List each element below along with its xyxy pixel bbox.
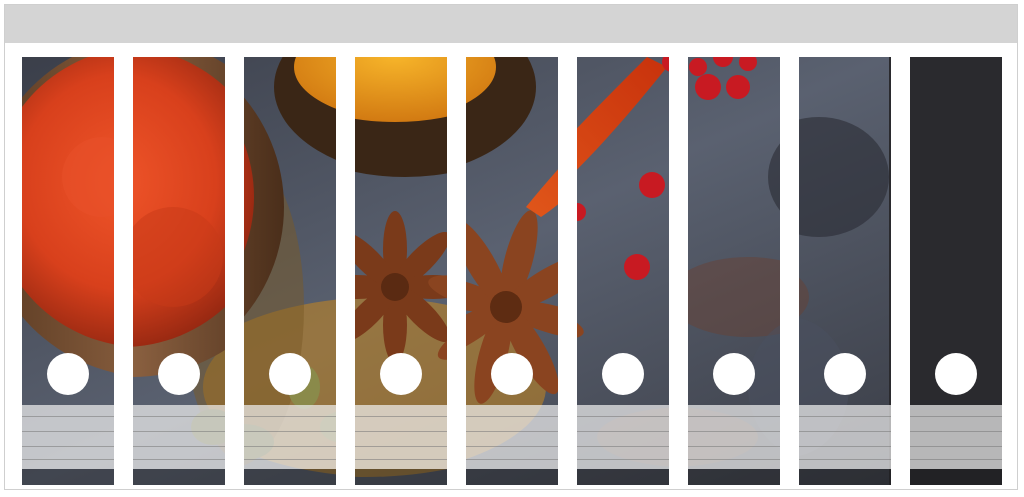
label-rule-line — [688, 459, 780, 460]
label-rule-line — [244, 459, 336, 460]
finger-hole — [824, 353, 866, 395]
strip-bottom-shade — [466, 469, 558, 485]
label-write-area[interactable] — [688, 405, 780, 469]
label-write-area[interactable] — [466, 405, 558, 469]
label-rule-line — [910, 431, 1002, 432]
spine-strip-2 — [133, 57, 225, 485]
label-rule-line — [22, 446, 114, 447]
label-rule-line — [910, 416, 1002, 417]
label-rule-line — [577, 431, 669, 432]
spine-strip-4 — [355, 57, 447, 485]
strip-bottom-shade — [355, 469, 447, 485]
finger-hole — [935, 353, 977, 395]
label-rule-line — [244, 446, 336, 447]
label-write-area[interactable] — [355, 405, 447, 469]
label-rule-line — [466, 431, 558, 432]
label-write-area[interactable] — [133, 405, 225, 469]
spine-strip-6 — [577, 57, 669, 485]
spine-strip-9 — [910, 57, 1002, 485]
label-rule-line — [577, 416, 669, 417]
strip-bottom-shade — [688, 469, 780, 485]
label-rule-line — [22, 431, 114, 432]
strip-bottom-shade — [577, 469, 669, 485]
spine-strip-8 — [799, 57, 891, 485]
label-write-area[interactable] — [910, 405, 1002, 469]
finger-hole — [380, 353, 422, 395]
label-rule-line — [466, 446, 558, 447]
label-rule-line — [244, 416, 336, 417]
label-rule-line — [355, 446, 447, 447]
label-write-area[interactable] — [577, 405, 669, 469]
strip-bottom-shade — [22, 469, 114, 485]
strip-bottom-shade — [799, 469, 891, 485]
label-rule-line — [355, 459, 447, 460]
label-write-area[interactable] — [244, 405, 336, 469]
label-rule-line — [688, 446, 780, 447]
strip-bottom-shade — [910, 469, 1002, 485]
label-rule-line — [799, 431, 891, 432]
strip-bottom-shade — [133, 469, 225, 485]
spine-strip-3 — [244, 57, 336, 485]
finger-hole — [491, 353, 533, 395]
label-rule-line — [799, 459, 891, 460]
label-rule-line — [22, 459, 114, 460]
label-rule-line — [133, 459, 225, 460]
spine-strip-1 — [22, 57, 114, 485]
label-rule-line — [577, 459, 669, 460]
finger-hole — [602, 353, 644, 395]
label-rule-line — [466, 416, 558, 417]
label-rule-line — [577, 446, 669, 447]
label-rule-line — [799, 416, 891, 417]
label-rule-line — [133, 431, 225, 432]
label-write-area[interactable] — [22, 405, 114, 469]
spine-strip-7 — [688, 57, 780, 485]
label-write-area[interactable] — [799, 405, 891, 469]
label-rule-line — [466, 459, 558, 460]
label-rule-line — [22, 416, 114, 417]
label-rule-line — [355, 431, 447, 432]
spine-strip-5 — [466, 57, 558, 485]
label-rule-line — [910, 446, 1002, 447]
label-rule-line — [133, 446, 225, 447]
finger-hole — [713, 353, 755, 395]
finger-hole — [158, 353, 200, 395]
sheet-top-band — [5, 5, 1017, 43]
label-rule-line — [244, 431, 336, 432]
finger-hole — [269, 353, 311, 395]
label-rule-line — [355, 416, 447, 417]
label-rule-line — [910, 459, 1002, 460]
label-rule-line — [688, 431, 780, 432]
spine-label-sheet — [4, 4, 1018, 490]
label-rule-line — [799, 446, 891, 447]
label-rule-line — [688, 416, 780, 417]
finger-hole — [47, 353, 89, 395]
label-rule-line — [133, 416, 225, 417]
strip-bottom-shade — [244, 469, 336, 485]
